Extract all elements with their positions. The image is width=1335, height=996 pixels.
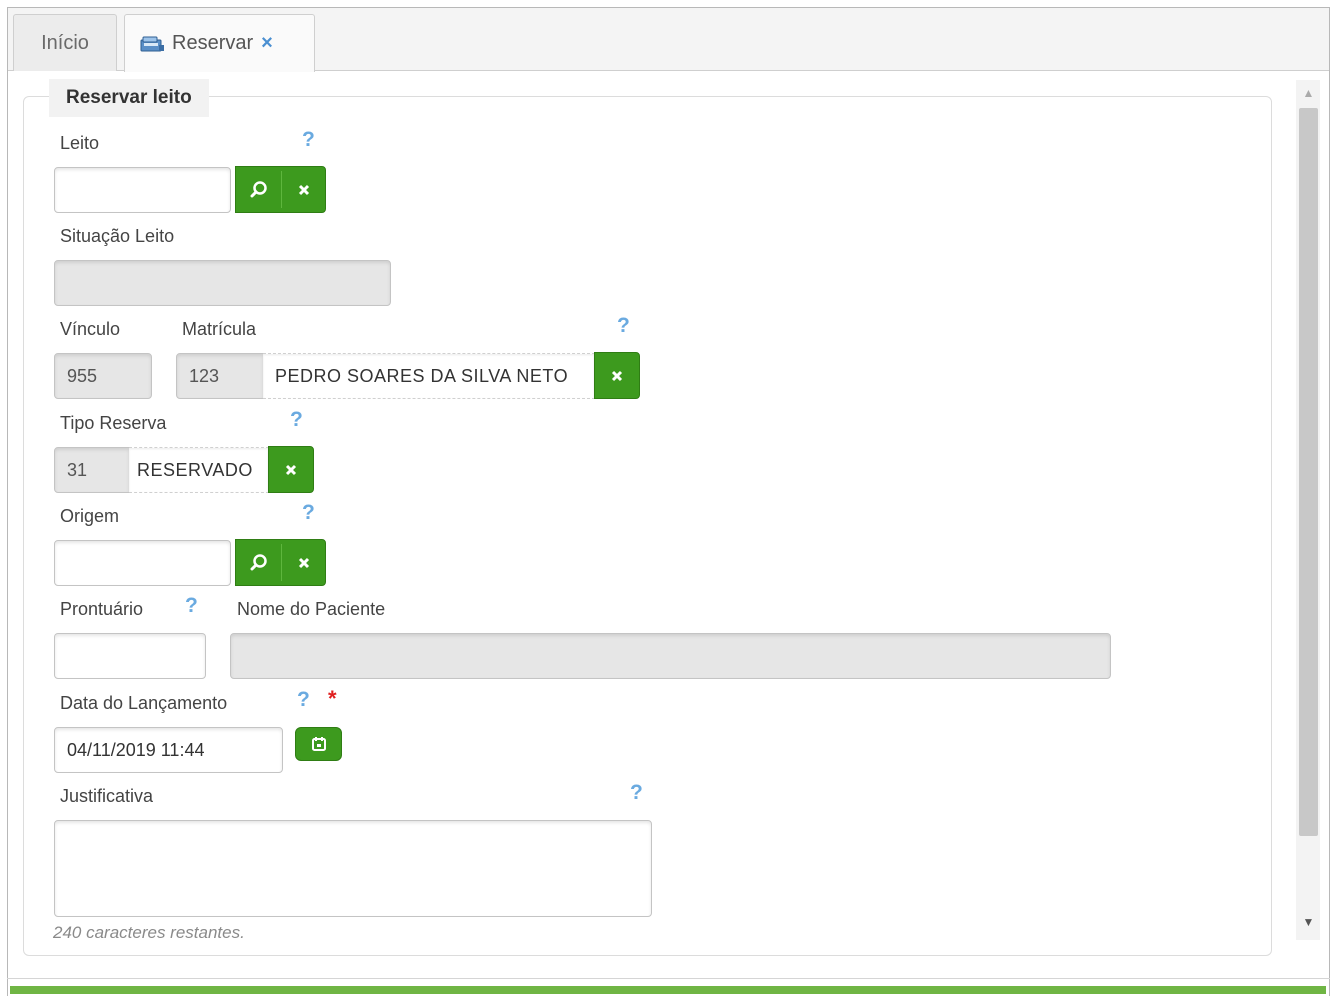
prontuario-label: Prontuário <box>60 599 144 619</box>
footer-divider <box>7 978 1330 979</box>
matricula-code-field: 123 <box>176 353 264 399</box>
scrollbar-thumb[interactable] <box>1299 108 1318 836</box>
data-lancamento-label: Data do Lançamento <box>60 693 228 713</box>
leito-input[interactable] <box>54 167 231 213</box>
vinculo-field: 955 <box>54 353 152 399</box>
origem-search-button[interactable] <box>236 540 281 585</box>
origem-clear-button[interactable] <box>282 540 326 585</box>
tipo-reserva-clear-button[interactable] <box>268 446 314 493</box>
prontuario-input[interactable] <box>54 633 206 679</box>
required-mark: * <box>328 686 337 711</box>
search-icon <box>250 553 267 570</box>
matricula-help-icon[interactable]: ? <box>617 314 630 338</box>
origem-input[interactable] <box>54 540 231 586</box>
origem-button-group <box>235 539 326 586</box>
tab-reservar[interactable]: Reservar × <box>124 14 315 72</box>
clear-icon <box>298 184 310 195</box>
vinculo-label: Vínculo <box>60 319 121 339</box>
scroll-up-icon[interactable]: ▲ <box>1300 86 1317 100</box>
nome-paciente-field <box>230 633 1111 679</box>
footer-bar <box>10 986 1326 994</box>
tipo-reserva-code-field: 31 <box>54 447 130 493</box>
reserve-icon <box>139 34 165 54</box>
data-lancamento-input[interactable]: 04/11/2019 11:44 <box>54 727 283 773</box>
tab-reservar-label: Reservar <box>172 32 254 54</box>
tipo-reserva-name-field: RESERVADO <box>129 447 269 493</box>
scroll-down-icon[interactable]: ▼ <box>1300 915 1317 929</box>
tab-inicio-label: Início <box>41 31 89 54</box>
justificativa-help-icon[interactable]: ? <box>630 781 643 805</box>
leito-button-group <box>235 166 326 213</box>
situacao-label: Situação Leito <box>60 226 175 246</box>
nome-paciente-label: Nome do Paciente <box>237 599 386 619</box>
calendar-icon <box>311 737 326 751</box>
clear-icon <box>298 557 310 568</box>
leito-label: Leito <box>60 133 100 153</box>
origem-label: Origem <box>60 506 120 526</box>
tab-bar: Início Reservar × <box>8 8 1329 72</box>
char-counter: 240 caracteres restantes. <box>53 923 245 942</box>
origem-help-icon[interactable]: ? <box>302 501 315 525</box>
matricula-name-field: PEDRO SOARES DA SILVA NETO <box>263 353 595 399</box>
calendar-button[interactable] <box>295 727 342 761</box>
clear-icon <box>611 370 623 381</box>
matricula-clear-button[interactable] <box>594 352 640 399</box>
leito-clear-button[interactable] <box>282 167 326 212</box>
situacao-field <box>54 260 391 306</box>
justificativa-label: Justificativa <box>60 786 154 806</box>
close-tab-icon[interactable]: × <box>261 32 273 55</box>
tipo-reserva-help-icon[interactable]: ? <box>290 408 303 432</box>
search-icon <box>250 180 267 197</box>
leito-help-icon[interactable]: ? <box>302 128 315 152</box>
matricula-label: Matrícula <box>182 319 257 339</box>
panel-legend: Reservar leito <box>49 79 209 117</box>
justificativa-textarea[interactable] <box>54 820 652 917</box>
leito-search-button[interactable] <box>236 167 281 212</box>
clear-icon <box>285 464 297 475</box>
prontuario-help-icon[interactable]: ? <box>185 594 198 618</box>
data-lancamento-help-icon[interactable]: ? <box>297 688 310 712</box>
tipo-reserva-label: Tipo Reserva <box>60 413 167 433</box>
tab-inicio[interactable]: Início <box>13 14 117 71</box>
